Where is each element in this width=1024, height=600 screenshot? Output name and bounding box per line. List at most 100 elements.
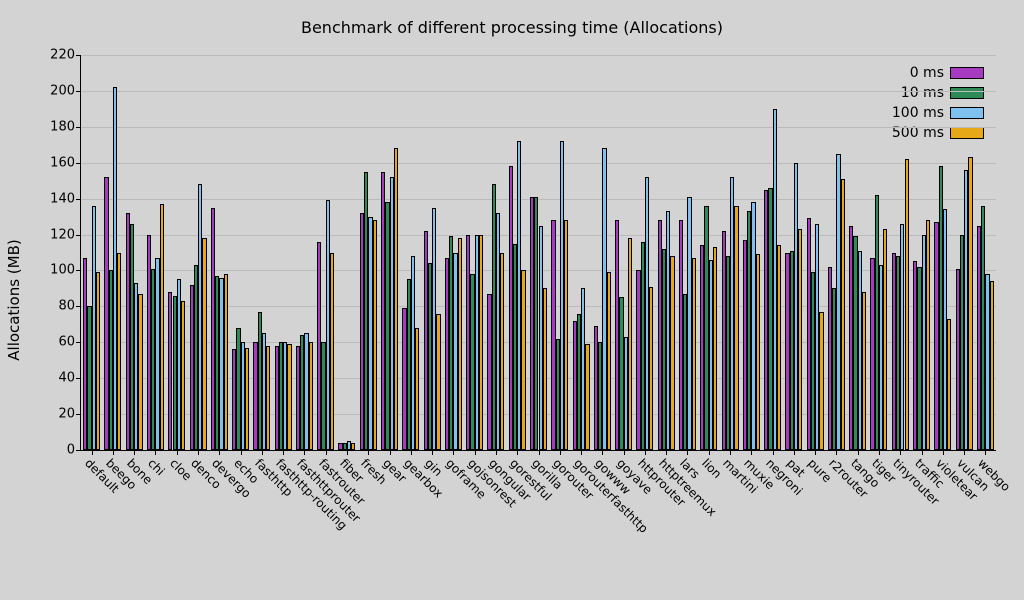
legend-label: 0 ms [910,65,944,81]
bar [862,292,866,450]
x-tick [943,450,944,455]
bar [181,301,185,450]
y-tick [76,414,81,415]
plot-area: 0 ms10 ms100 ms500 ms 020406080100120140… [80,55,996,451]
x-tick [602,450,603,455]
bar [330,253,334,451]
bar [117,253,121,451]
x-tick [113,450,114,455]
x-tick [624,450,625,455]
legend: 0 ms10 ms100 ms500 ms [886,59,990,147]
chart-title: Benchmark of different processing time (… [0,18,1024,37]
legend-item: 0 ms [892,63,984,83]
bar [607,272,611,450]
y-tick-label: 160 [50,155,75,170]
bar [96,272,100,450]
bar [777,245,781,450]
bar [138,294,142,450]
legend-item: 10 ms [892,83,984,103]
x-tick [751,450,752,455]
bar [905,159,909,450]
x-tick [815,450,816,455]
bar [287,344,291,450]
x-tick [985,450,986,455]
y-tick-label: 60 [58,335,75,350]
y-tick [76,91,81,92]
bar [309,342,313,450]
y-tick-label: 40 [58,371,75,386]
legend-swatch [950,107,984,119]
x-tick [773,450,774,455]
y-tick [76,235,81,236]
x-tick-label: lion [699,456,724,481]
bar [266,346,270,450]
x-tick [304,450,305,455]
x-tick [347,450,348,455]
bar [543,288,547,450]
bar [500,253,504,451]
y-tick [76,199,81,200]
bar [926,220,930,450]
x-tick-label: cloe [167,456,194,483]
grid-line [81,163,996,164]
legend-swatch [950,127,984,139]
bar [670,256,674,450]
y-tick-label: 200 [50,83,75,98]
bar [458,238,462,450]
x-tick [666,450,667,455]
bar [734,206,738,450]
x-tick [517,450,518,455]
y-tick-label: 100 [50,263,75,278]
x-tick [858,450,859,455]
bar [819,312,823,450]
y-tick [76,127,81,128]
x-tick [730,450,731,455]
y-tick-label: 20 [58,407,75,422]
grid-line [81,91,996,92]
legend-swatch [950,87,984,99]
bar [564,220,568,450]
x-tick [283,450,284,455]
y-tick-label: 120 [50,227,75,242]
bar [841,179,845,450]
y-tick [76,270,81,271]
x-tick [581,450,582,455]
bar [245,348,249,450]
y-tick [76,55,81,56]
x-tick [900,450,901,455]
x-tick [155,450,156,455]
x-tick [645,450,646,455]
y-tick-label: 220 [50,48,75,63]
bar [521,270,525,450]
x-tick [219,450,220,455]
x-tick [198,450,199,455]
bar [947,319,951,450]
x-tick [368,450,369,455]
bar [628,238,632,450]
y-tick-label: 140 [50,191,75,206]
x-tick [177,450,178,455]
bar [968,157,972,450]
x-tick [432,450,433,455]
bar [479,235,483,450]
grid-line [81,127,996,128]
bar [756,254,760,450]
y-tick-label: 0 [67,443,75,458]
x-tick [453,450,454,455]
grid-line [81,55,996,56]
y-tick [76,306,81,307]
bar [394,148,398,450]
x-tick [794,450,795,455]
bar [160,204,164,450]
x-tick [262,450,263,455]
y-tick [76,163,81,164]
legend-item: 100 ms [892,103,984,123]
grid-line [81,199,996,200]
y-tick [76,378,81,379]
y-tick [76,342,81,343]
legend-swatch [950,67,984,79]
x-tick [496,450,497,455]
bar [883,229,887,450]
legend-label: 100 ms [892,105,944,121]
legend-label: 10 ms [901,85,944,101]
